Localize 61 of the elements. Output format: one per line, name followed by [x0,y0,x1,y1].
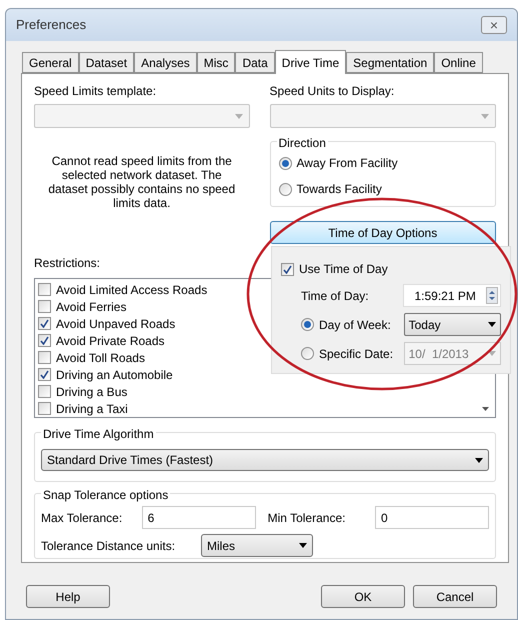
help-button[interactable]: Help [26,585,110,608]
tab[interactable]: Analyses [134,52,197,73]
ok-button[interactable]: OK [321,585,405,608]
field-label: Max Tolerance: [41,510,124,526]
message-text: Cannot read speed limits from the selected network dataset. The dataset possibly contains no speed limits data. [47,154,236,210]
caret-icon [234,114,243,118]
field-label: Speed Limits template: [34,83,158,100]
max-tolerance-field[interactable]: 6 [142,506,256,529]
scroll-down-icon[interactable] [482,407,489,411]
checkbox[interactable] [38,317,51,330]
radio-label: Towards Facility [296,181,382,198]
radio-label: Day of Week: [319,316,391,334]
caret-icon [481,114,489,118]
radio-label: Specific Date: [319,346,394,362]
tab[interactable]: Online [434,52,483,73]
field-label: Tolerance Distance units: [41,538,176,554]
caret-icon [488,322,496,327]
checkbox[interactable] [38,300,51,313]
spinner-icon[interactable] [486,287,498,304]
close-button[interactable]: × [481,16,507,34]
checkbox[interactable] [38,402,51,415]
tab[interactable]: Drive Time [274,50,346,74]
radio-button[interactable] [278,182,292,196]
units-dropdown[interactable]: Miles [201,534,313,557]
list-item[interactable]: Avoid Unpaved Roads [56,314,176,332]
field-label: Min Tolerance: [268,510,346,526]
checkbox[interactable] [38,334,51,347]
tab[interactable]: Data [235,52,275,73]
checkbox[interactable] [38,351,51,364]
tab[interactable]: Dataset [78,52,134,73]
checkbox-label: Use Time of Day [299,261,388,278]
radio-label: Away From Facility [296,155,398,172]
tab[interactable]: Segmentation [346,52,434,73]
checkbox[interactable] [281,262,294,276]
radio-button[interactable] [278,156,292,170]
list-item[interactable]: Driving a Taxi [56,400,128,418]
list-item[interactable]: Avoid Private Roads [56,332,165,350]
list-item[interactable]: Driving a Bus [56,382,128,400]
list-item[interactable]: Avoid Ferries [56,298,126,316]
checkbox[interactable] [38,283,51,296]
field-label: Time of Day: [301,288,370,304]
list-item[interactable]: Avoid Limited Access Roads [56,280,208,298]
field-label: Restrictions: [34,255,100,272]
tab[interactable]: Misc [196,52,236,73]
caret-icon [488,351,496,356]
algorithm-dropdown[interactable]: Standard Drive Times (Fastest) [41,449,489,471]
time-field[interactable]: 1:59:21 PM [403,284,501,307]
list-item[interactable]: Driving an Automobile [56,366,173,384]
checkbox[interactable] [38,368,51,381]
min-tolerance-field[interactable]: 0 [375,506,489,529]
caret-icon [299,543,307,548]
checkbox[interactable] [38,385,51,398]
time-of-day-button[interactable]: Time of Day Options [270,221,496,244]
dropdown[interactable]: Today [404,313,501,336]
field-label: Speed Units to Display: [270,83,396,100]
caret-icon [475,458,483,462]
cancel-button[interactable]: Cancel [413,585,497,608]
window-title: Preferences [16,16,86,34]
list-item[interactable]: Avoid Toll Roads [56,348,145,366]
tab[interactable]: General [22,52,79,73]
radio-button[interactable] [301,318,314,331]
